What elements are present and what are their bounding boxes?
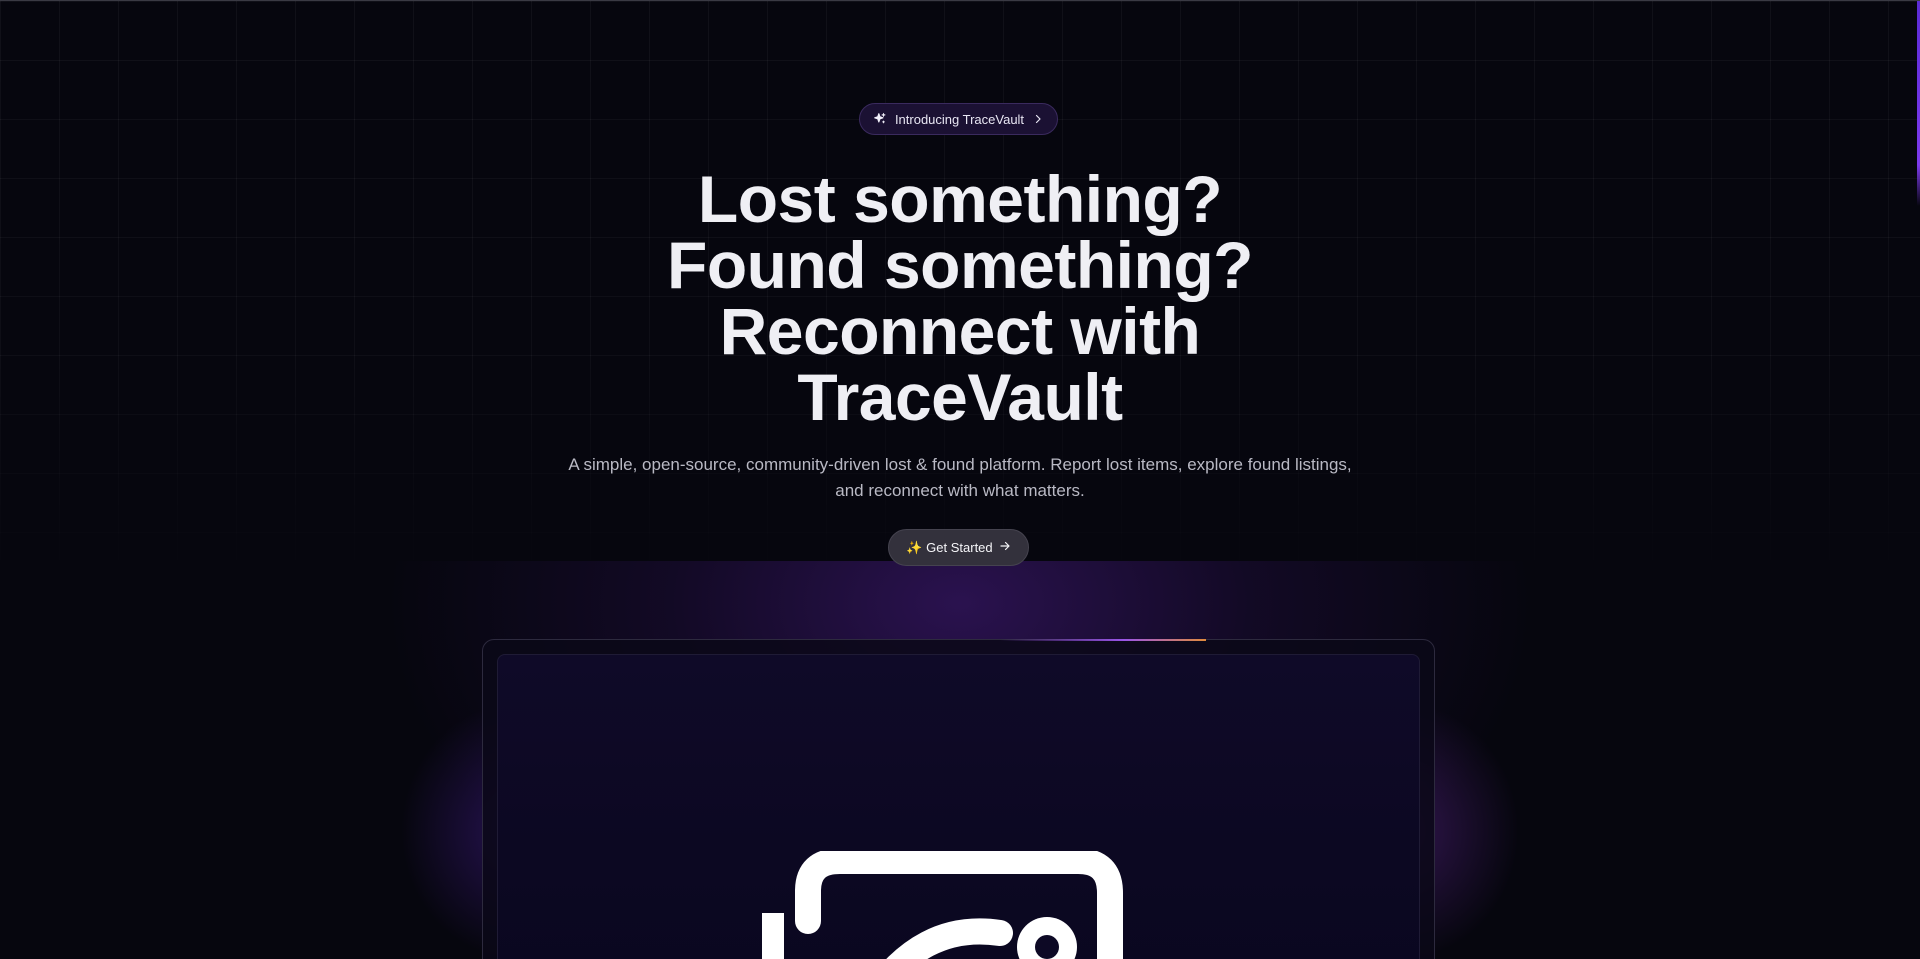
landing-page: Introducing TraceVault Lost something? F… <box>0 0 1920 959</box>
intro-badge-label: Introducing TraceVault <box>894 111 1025 127</box>
preview-frame-highlight <box>1000 639 1206 641</box>
hero-title-line: Found something? <box>667 228 1253 302</box>
get-started-label: ✨ Get Started <box>906 539 993 555</box>
hero-title: Lost something? Found something? Reconne… <box>560 166 1360 430</box>
get-started-button[interactable]: ✨ Get Started <box>888 529 1029 566</box>
sparkles-icon <box>873 112 887 126</box>
hero-title-line: TraceVault <box>797 360 1123 434</box>
hero-title-line: Lost something? <box>697 162 1223 236</box>
tracevault-logo-icon <box>760 848 1140 959</box>
hero-subtitle: A simple, open-source, community-driven … <box>568 455 1352 500</box>
hero-title-line: Reconnect with <box>719 294 1201 368</box>
chevron-right-icon <box>1032 113 1044 125</box>
arrow-right-icon <box>999 540 1011 555</box>
intro-badge-link[interactable]: Introducing TraceVault <box>859 103 1058 135</box>
